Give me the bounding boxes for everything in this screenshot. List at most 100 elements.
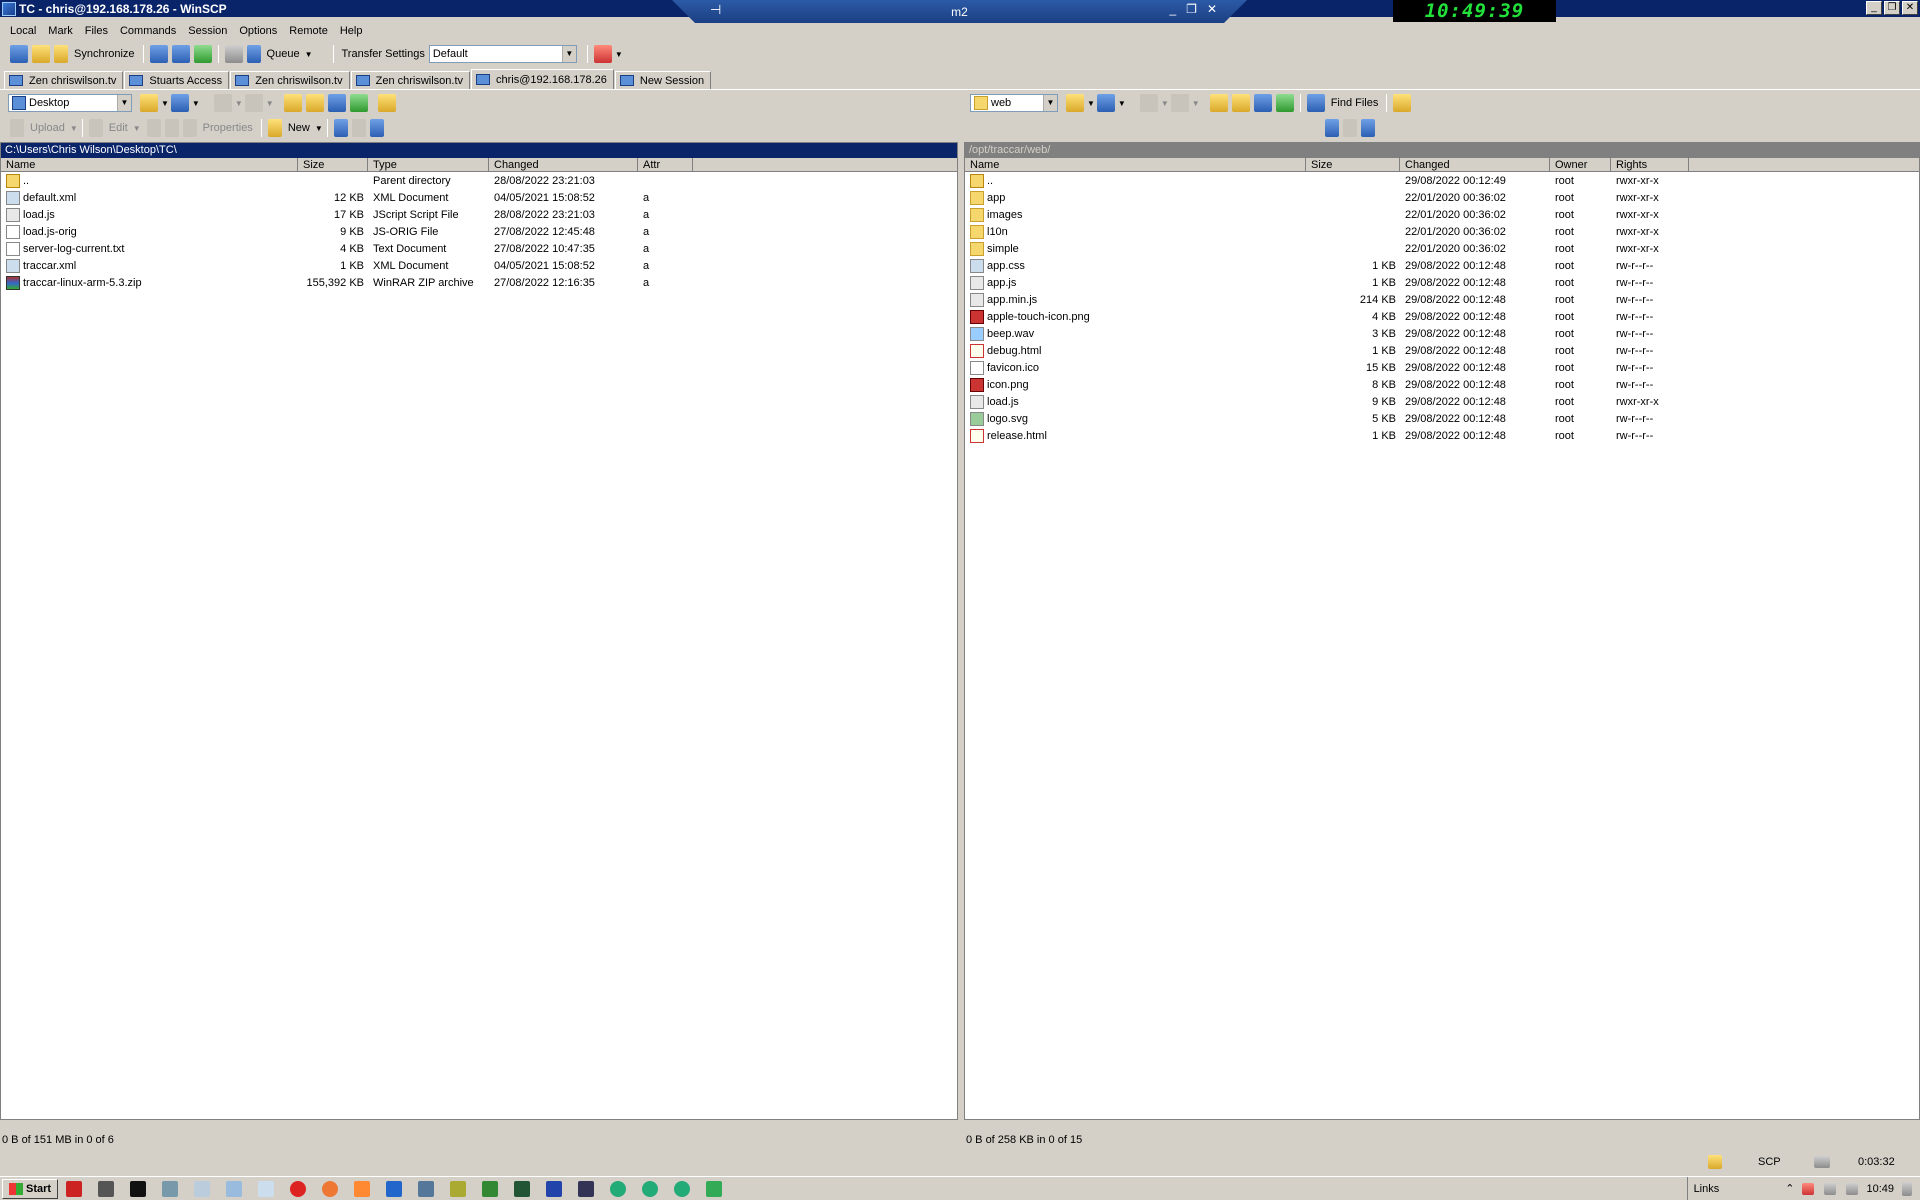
column-header-size[interactable]: Size xyxy=(1306,158,1400,171)
close-button[interactable]: ✕ xyxy=(1902,1,1918,15)
file-row[interactable]: app.min.js 214 KB 29/08/2022 00:12:48 root r… xyxy=(965,291,1919,308)
open-directory-icon[interactable] xyxy=(140,94,158,112)
refresh-icon[interactable] xyxy=(349,94,368,112)
file-row[interactable]: app 22/01/2020 00:36:02 root rwxr-xr-x xyxy=(965,189,1919,206)
menu-options[interactable]: Options xyxy=(233,25,283,37)
new-button[interactable]: New xyxy=(284,122,314,134)
file-row[interactable]: load.js-orig 9 KB JS-ORIG File 27/08/2022 1… xyxy=(1,223,957,240)
column-header-type[interactable]: Type xyxy=(368,158,489,171)
arrows-icon[interactable] xyxy=(479,1179,501,1199)
dropdown-icon[interactable]: ▼ xyxy=(1161,99,1169,108)
session-tab[interactable]: Zen chriswilson.tv xyxy=(230,71,350,89)
winscp-taskbar-icon[interactable] xyxy=(351,1179,373,1199)
session-tab[interactable]: chris@192.168.178.26 xyxy=(471,69,614,89)
file-row[interactable]: apple-touch-icon.png 4 KB 29/08/2022 00:12… xyxy=(965,308,1919,325)
file-row[interactable]: .. Parent directory 28/08/2022 23:21:03 xyxy=(1,172,957,189)
filter-icon[interactable] xyxy=(170,94,189,112)
new-folder-icon[interactable] xyxy=(267,119,282,137)
edit-icon[interactable] xyxy=(88,119,103,137)
winscp-active-icon[interactable] xyxy=(703,1179,725,1199)
tray-network-icon[interactable] xyxy=(1824,1182,1837,1195)
file-row[interactable]: debug.html 1 KB 29/08/2022 00:12:48 root rw-… xyxy=(965,342,1919,359)
file-row[interactable]: app.css 1 KB 29/08/2022 00:12:48 root rw-r--… xyxy=(965,257,1919,274)
transfer-settings-select[interactable]: Default ▼ xyxy=(428,45,577,63)
file-row[interactable]: default.xml 12 KB XML Document 04/05/2021 1… xyxy=(1,189,957,206)
links-toolbar[interactable]: Links xyxy=(1694,1183,1720,1195)
synchronize-button[interactable]: Synchronize xyxy=(70,48,139,60)
menu-help[interactable]: Help xyxy=(334,25,369,37)
queue-dropdown-icon[interactable]: ▼ xyxy=(305,50,313,59)
file-row[interactable]: l10n 22/01/2020 00:36:02 root rwxr-xr-x xyxy=(965,223,1919,240)
network-tool-icon[interactable] xyxy=(415,1179,437,1199)
chevron-down-icon[interactable]: ▼ xyxy=(561,46,576,62)
start-button[interactable]: Start xyxy=(2,1178,59,1199)
parent-directory-icon[interactable] xyxy=(283,94,302,112)
file-row[interactable]: icon.png 8 KB 29/08/2022 00:12:48 root rw-r-… xyxy=(965,376,1919,393)
rd-restore-icon[interactable]: ❐ xyxy=(1186,2,1197,16)
column-header-size[interactable]: Size xyxy=(298,158,368,171)
rd-close-icon[interactable]: ✕ xyxy=(1207,2,1217,16)
forward-arrow-icon[interactable] xyxy=(244,94,263,112)
tray-expand-icon[interactable]: ⌃ xyxy=(1785,1182,1794,1195)
globe-icon-3[interactable] xyxy=(671,1179,693,1199)
column-header-name[interactable]: Name xyxy=(1,158,298,171)
dropdown-icon[interactable]: ▼ xyxy=(315,124,323,133)
find-files-button[interactable]: Find Files xyxy=(1327,97,1383,109)
session-tab[interactable]: Zen chriswilson.tv xyxy=(350,71,471,89)
file-row[interactable]: traccar-linux-arm-5.3.zip 155,392 KB WinRA… xyxy=(1,274,957,291)
root-directory-icon[interactable] xyxy=(305,94,324,112)
pin-icon[interactable]: ⊣ xyxy=(710,2,721,18)
refresh-icon[interactable] xyxy=(1275,94,1294,112)
menu-local[interactable]: Local xyxy=(4,25,42,37)
file-row[interactable]: .. 29/08/2022 00:12:49 root rwxr-xr-x xyxy=(965,172,1919,189)
upload-button[interactable]: Upload xyxy=(26,122,69,134)
tray-clock[interactable]: 10:49 xyxy=(1866,1183,1894,1195)
back-arrow-icon[interactable] xyxy=(1139,94,1158,112)
quicklaunch-tools-icon[interactable] xyxy=(95,1179,117,1199)
tray-volume-icon[interactable] xyxy=(1846,1182,1859,1195)
dropdown-icon[interactable]: ▼ xyxy=(1118,99,1126,108)
file-row[interactable]: simple 22/01/2020 00:36:02 root rwxr-xr-x xyxy=(965,240,1919,257)
local-location-select[interactable]: Desktop ▼ xyxy=(8,94,132,112)
dropdown-icon[interactable]: ▼ xyxy=(1192,99,1200,108)
select-files-icon[interactable] xyxy=(1325,119,1339,137)
bug-tool-icon[interactable] xyxy=(447,1179,469,1199)
delete-icon[interactable] xyxy=(146,119,161,137)
dropdown-icon[interactable]: ▼ xyxy=(235,99,243,108)
restore-button[interactable]: ❐ xyxy=(1884,1,1900,15)
column-header-changed[interactable]: Changed xyxy=(489,158,638,171)
file-row[interactable]: app.js 1 KB 29/08/2022 00:12:48 root rw-r--r… xyxy=(965,274,1919,291)
file-row[interactable]: load.js 9 KB 29/08/2022 00:12:48 root rwxr-x… xyxy=(965,393,1919,410)
remote-desktop-icon[interactable] xyxy=(543,1179,565,1199)
rename-icon[interactable] xyxy=(164,119,179,137)
file-row[interactable]: traccar.xml 1 KB XML Document 04/05/2021 15… xyxy=(1,257,957,274)
session-tab[interactable]: Stuarts Access xyxy=(124,71,230,89)
session-tab[interactable]: New Session xyxy=(614,71,712,89)
globe-icon-1[interactable] xyxy=(607,1179,629,1199)
terminal-icon[interactable] xyxy=(149,45,168,63)
column-header-rights[interactable]: Rights xyxy=(1611,158,1689,171)
filter-icon[interactable] xyxy=(1361,119,1375,137)
dropdown-icon[interactable]: ▼ xyxy=(266,99,274,108)
upload-icon[interactable] xyxy=(10,119,24,137)
session-tab[interactable]: Zen chriswilson.tv xyxy=(4,71,124,89)
column-header-owner[interactable]: Owner xyxy=(1550,158,1611,171)
globe-icon-2[interactable] xyxy=(639,1179,661,1199)
find-files-icon[interactable] xyxy=(1306,94,1325,112)
keyboard-icon[interactable] xyxy=(575,1179,597,1199)
properties-icon[interactable] xyxy=(182,119,197,137)
reconnect-dropdown-icon[interactable]: ▼ xyxy=(615,50,623,59)
properties-button[interactable]: Properties xyxy=(199,122,257,134)
open-directory-icon[interactable] xyxy=(1066,94,1084,112)
tray-security-icon[interactable] xyxy=(1802,1182,1815,1195)
vscode-icon[interactable] xyxy=(383,1179,405,1199)
file-row[interactable]: release.html 1 KB 29/08/2022 00:12:48 root r… xyxy=(965,427,1919,444)
monitor-icon[interactable] xyxy=(511,1179,533,1199)
quicklaunch-document-icon[interactable] xyxy=(191,1179,213,1199)
column-header-attr[interactable]: Attr xyxy=(638,158,693,171)
chevron-down-icon[interactable]: ▼ xyxy=(1043,95,1057,111)
quicklaunch-notepad-icon[interactable] xyxy=(255,1179,277,1199)
column-header-name[interactable]: Name xyxy=(965,158,1306,171)
home-icon[interactable] xyxy=(327,94,346,112)
column-header-changed[interactable]: Changed xyxy=(1400,158,1550,171)
